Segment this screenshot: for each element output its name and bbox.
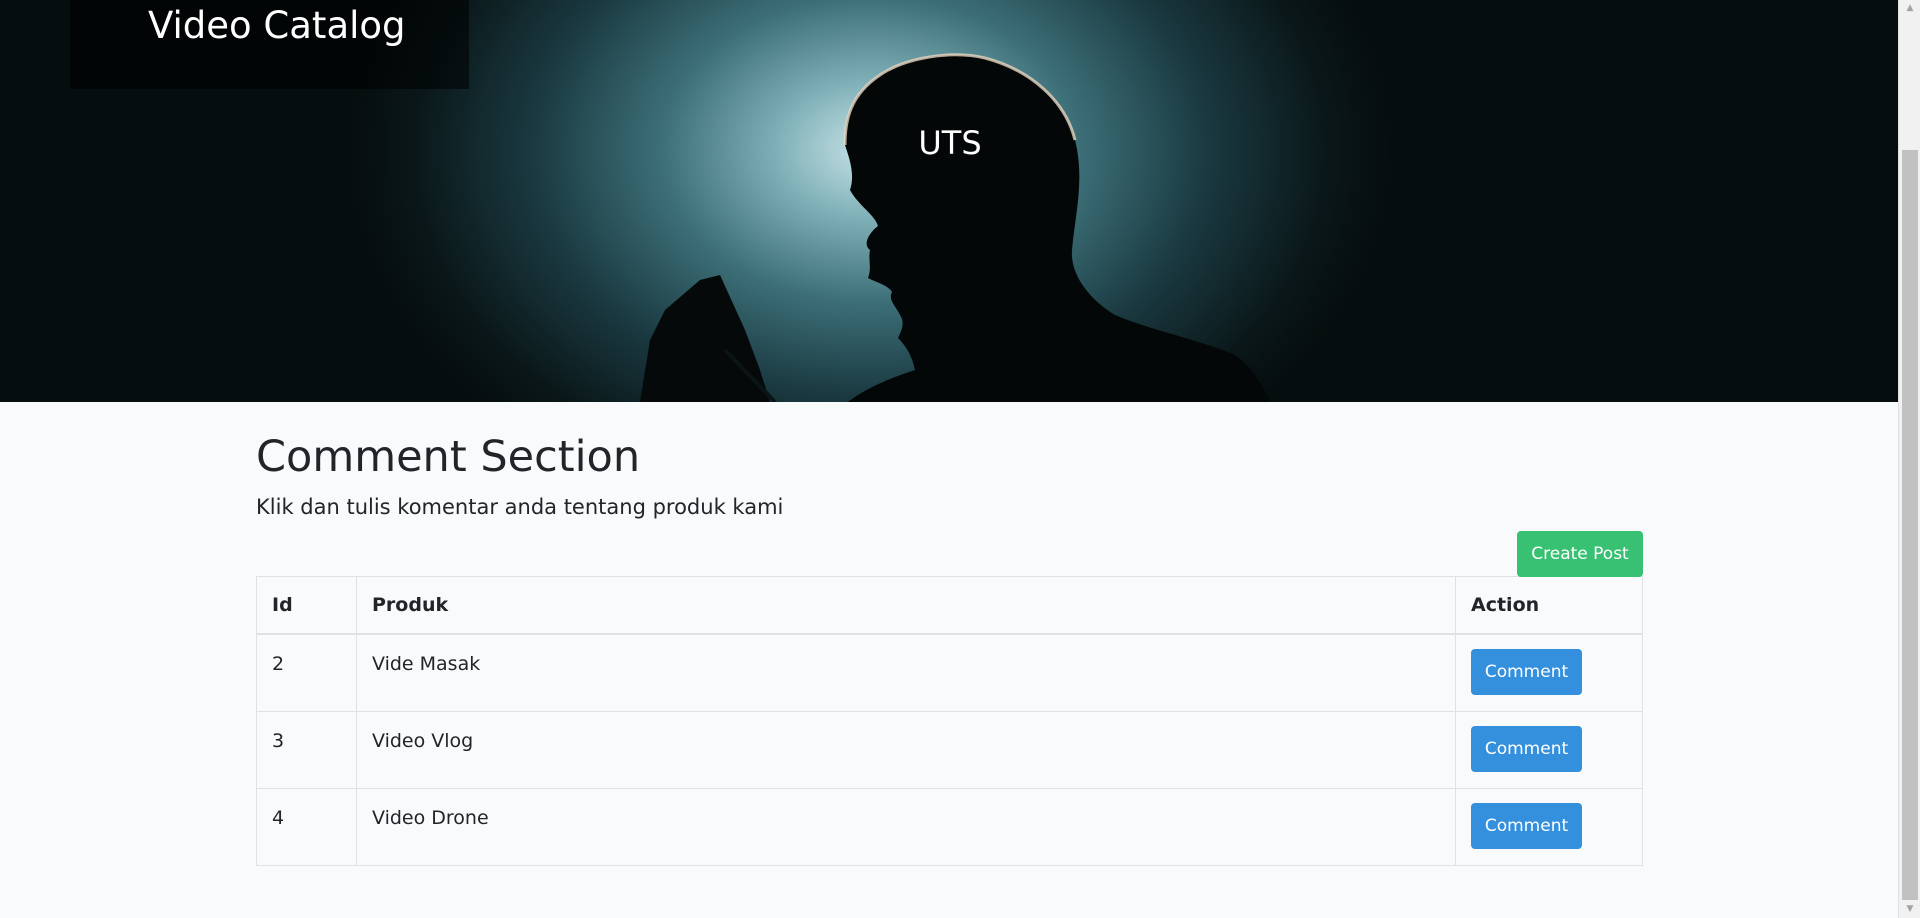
hero-banner: Video Catalog UTS [0, 0, 1898, 402]
comment-button[interactable]: Comment [1471, 725, 1582, 772]
cell-id: 4 [256, 787, 357, 866]
table-toolbar: Create Post [256, 530, 1643, 577]
cell-action: Comment [1455, 633, 1643, 712]
column-header-action: Action [1455, 575, 1643, 636]
comment-button[interactable]: Comment [1471, 649, 1582, 696]
page: Video Catalog UTS Comment Section Klik d… [0, 0, 1898, 918]
arrow-down-icon[interactable]: ▼ [1899, 901, 1920, 918]
cell-produk: Video Vlog [356, 710, 1456, 789]
cell-produk: Video Drone [356, 787, 1456, 866]
products-table: Id Produk Action 2 Vide Masak Comment 3 … [256, 575, 1643, 866]
table-row: 4 Video Drone Comment [256, 787, 1643, 866]
cell-produk: Vide Masak [356, 633, 1456, 712]
comment-button[interactable]: Comment [1471, 802, 1582, 849]
page-title: Comment Section [256, 432, 641, 482]
column-header-id: Id [256, 575, 357, 636]
table-row: 3 Video Vlog Comment [256, 710, 1643, 789]
brand-title[interactable]: Video Catalog [148, 4, 406, 47]
table-row: 2 Vide Masak Comment [256, 633, 1643, 712]
cell-action: Comment [1455, 710, 1643, 789]
table-header-row: Id Produk Action [256, 575, 1643, 636]
cell-id: 3 [256, 710, 357, 789]
create-post-button[interactable]: Create Post [1517, 530, 1643, 577]
cell-action: Comment [1455, 787, 1643, 866]
hero-heading: UTS [918, 124, 982, 162]
column-header-produk: Produk [356, 575, 1456, 636]
arrow-up-icon[interactable]: ▲ [1899, 0, 1920, 17]
scrollbar-thumb[interactable] [1902, 150, 1918, 900]
page-subtitle: Klik dan tulis komentar anda tentang pro… [256, 494, 784, 519]
vertical-scrollbar[interactable]: ▲ ▼ [1898, 0, 1920, 918]
cell-id: 2 [256, 633, 357, 712]
main-content: Comment Section Klik dan tulis komentar … [256, 402, 1643, 866]
